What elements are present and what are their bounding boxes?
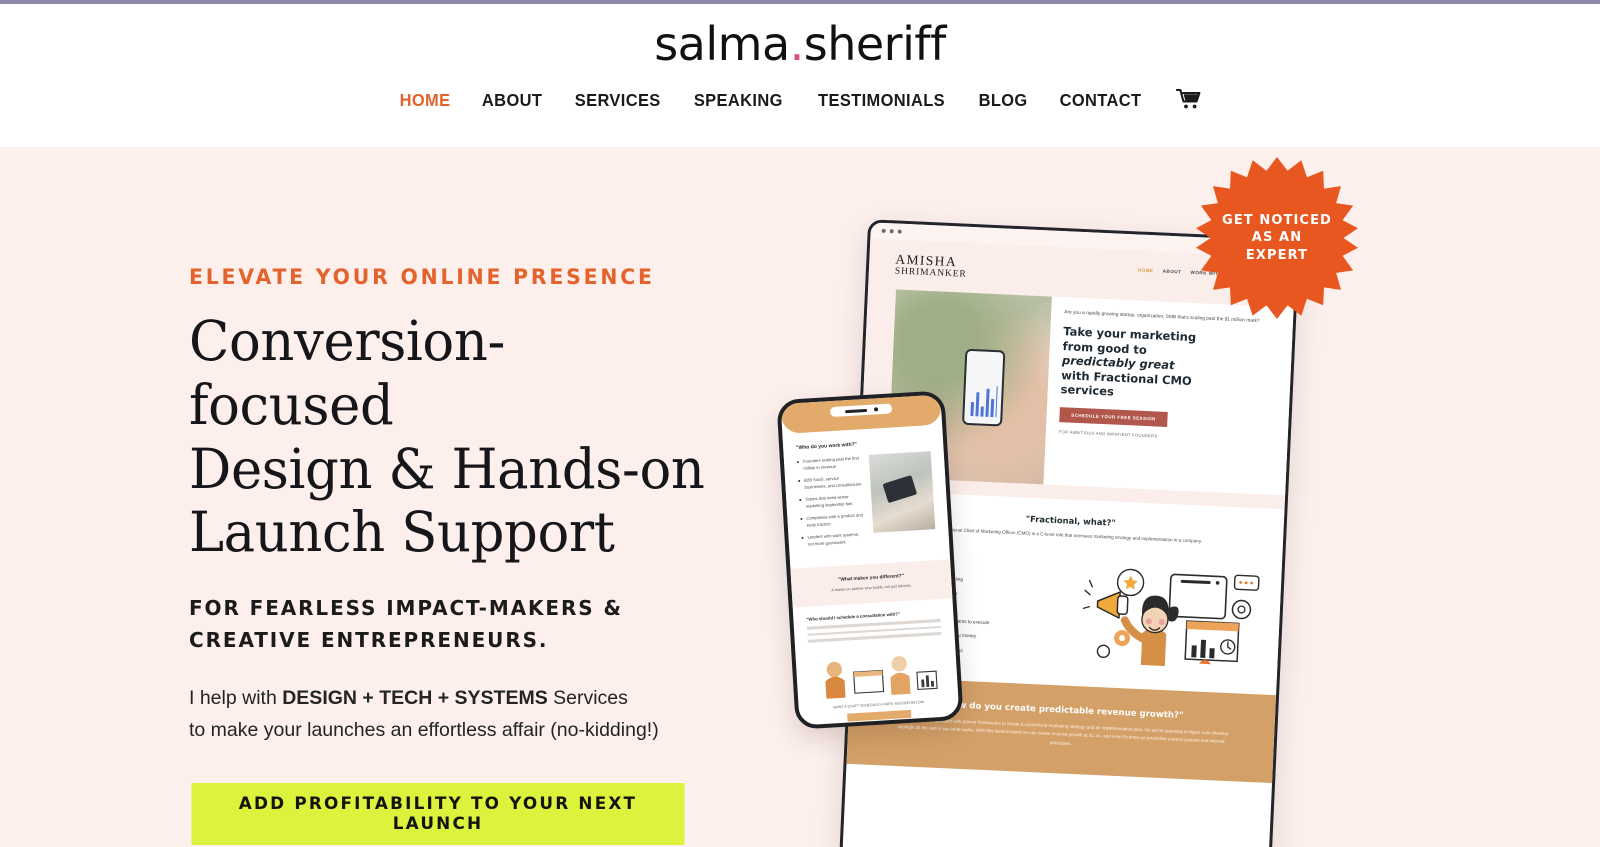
- laptop-headline: Take your marketing from good to predict…: [1060, 324, 1280, 406]
- nav-item-about[interactable]: ABOUT: [482, 90, 542, 111]
- phone-heading: "Who do you work with?": [796, 441, 858, 452]
- hero-body-bold: DESIGN + TECH + SYSTEMS: [282, 687, 548, 710]
- hero-title: Conversion-focused Design & Hands-on Lau…: [189, 309, 707, 565]
- phone-row: Founders scaling past the first million …: [797, 451, 936, 554]
- browser-dot-2: [889, 229, 894, 234]
- phone-photo: [868, 451, 936, 533]
- logo-last-name: sheriff: [803, 17, 947, 71]
- phone-bullet: Leaders who want systems, not more guess…: [801, 531, 866, 548]
- hero-subtitle-line-2: CREATIVE ENTREPRENEURS.: [189, 628, 549, 653]
- laptop-illustration: [1080, 555, 1266, 671]
- phone-section-consultation: "Who should I schedule a consultation wi…: [793, 599, 960, 730]
- phone-footer-note: WANT A CHAT? SCHEDULE A FREE SESSION BEL…: [833, 699, 925, 710]
- nav-item-testimonials[interactable]: TESTIMONIALS: [818, 90, 945, 111]
- phone-bullet: B2B SaaS, service businesses, and consul…: [798, 474, 863, 491]
- phone-speaker-icon: [844, 408, 867, 413]
- megaphone-marketing-illustration: [1082, 568, 1260, 667]
- laptop-cta-note: FOR AMBITIOUS AND IMPATIENT FOUNDERS: [1058, 428, 1158, 439]
- nav-item-home[interactable]: HOME: [399, 90, 450, 111]
- laptop-site-logo: AMISHA SHRIMANKER: [895, 251, 968, 280]
- hero-section: ELEVATE YOUR ONLINE PRESENCE Conversion-…: [0, 147, 1600, 847]
- hero-subtitle-line-1: FOR FEARLESS IMPACT-MAKERS &: [189, 596, 623, 621]
- team-illustration: [825, 655, 938, 699]
- phone-camera-icon: [873, 407, 878, 412]
- phone-footer-button: [847, 709, 912, 722]
- phone-bullet: Teams that need senior marketing leaders…: [799, 493, 864, 510]
- hero-mockups: AMISHA SHRIMANKER HOME ABOUT WORK WITH M…: [760, 147, 1600, 847]
- phone-bullet: Companies with a product and early tract…: [800, 512, 865, 529]
- hero-body-text: I help with DESIGN + TECH + SYSTEMS Serv…: [189, 683, 709, 746]
- main-navigation: HOME ABOUT SERVICES SPEAKING TESTIMONIAL…: [398, 88, 1203, 112]
- phone-bullet: Founders scaling past the first million …: [797, 455, 862, 472]
- nav-item-speaking[interactable]: SPEAKING: [694, 90, 783, 111]
- laptop-nav-home: HOME: [1137, 267, 1154, 274]
- browser-dot-1: [881, 228, 886, 234]
- phone-illustration: [808, 641, 945, 701]
- hero-title-line-1: Conversion-focused: [189, 309, 505, 437]
- starburst-icon: [1196, 157, 1358, 319]
- hero-copy-block: ELEVATE YOUR ONLINE PRESENCE Conversion-…: [189, 265, 729, 846]
- nav-item-services[interactable]: SERVICES: [575, 90, 661, 111]
- site-logo[interactable]: salma.sheriff: [654, 20, 946, 68]
- phone-content: "Who do you work with?" Founders scaling…: [782, 424, 950, 555]
- laptop-nav-about: ABOUT: [1162, 268, 1182, 275]
- logo-first-name: salma: [654, 17, 790, 71]
- browser-dot-3: [897, 229, 902, 234]
- nav-item-contact[interactable]: CONTACT: [1060, 90, 1142, 111]
- phone-in-photo: [961, 348, 1006, 427]
- hero-body-lead: I help with: [189, 687, 283, 710]
- hero-body-line-2: to make your launches an effortless affa…: [189, 718, 659, 741]
- cta-add-profitability-button[interactable]: ADD PROFITABILITY TO YOUR NEXT LAUNCH: [191, 783, 685, 846]
- site-header: salma.sheriff HOME ABOUT SERVICES SPEAKI…: [0, 4, 1600, 147]
- phone-mockup: "Who do you work with?" Founders scaling…: [776, 390, 964, 730]
- laptop-hero-text: Are you a rapidly growing startup, organ…: [1043, 296, 1294, 496]
- laptop-logo-line-2: SHRIMANKER: [894, 266, 967, 280]
- hero-eyebrow: ELEVATE YOUR ONLINE PRESENCE: [189, 265, 655, 289]
- hero-title-line-3: Launch Support: [189, 500, 615, 565]
- shopping-cart-icon: [1176, 89, 1201, 109]
- logo-dot: .: [789, 17, 805, 71]
- phone-notch: [829, 403, 893, 418]
- hero-title-line-2: Design & Hands-on: [189, 436, 705, 501]
- hero-subtitle: FOR FEARLESS IMPACT-MAKERS & CREATIVE EN…: [189, 592, 669, 656]
- laptop-headline-5: services: [1060, 382, 1115, 399]
- nav-item-blog[interactable]: BLOG: [979, 90, 1028, 111]
- phone-bullet-list: Founders scaling past the first million …: [797, 455, 867, 554]
- hero-body-tail: Services: [547, 687, 628, 710]
- get-noticed-badge[interactable]: GET NOTICED AS AN EXPERT: [1196, 157, 1358, 319]
- laptop-cta-button: SCHEDULE YOUR FREE SESSION: [1059, 406, 1168, 427]
- cart-button[interactable]: [1172, 88, 1202, 112]
